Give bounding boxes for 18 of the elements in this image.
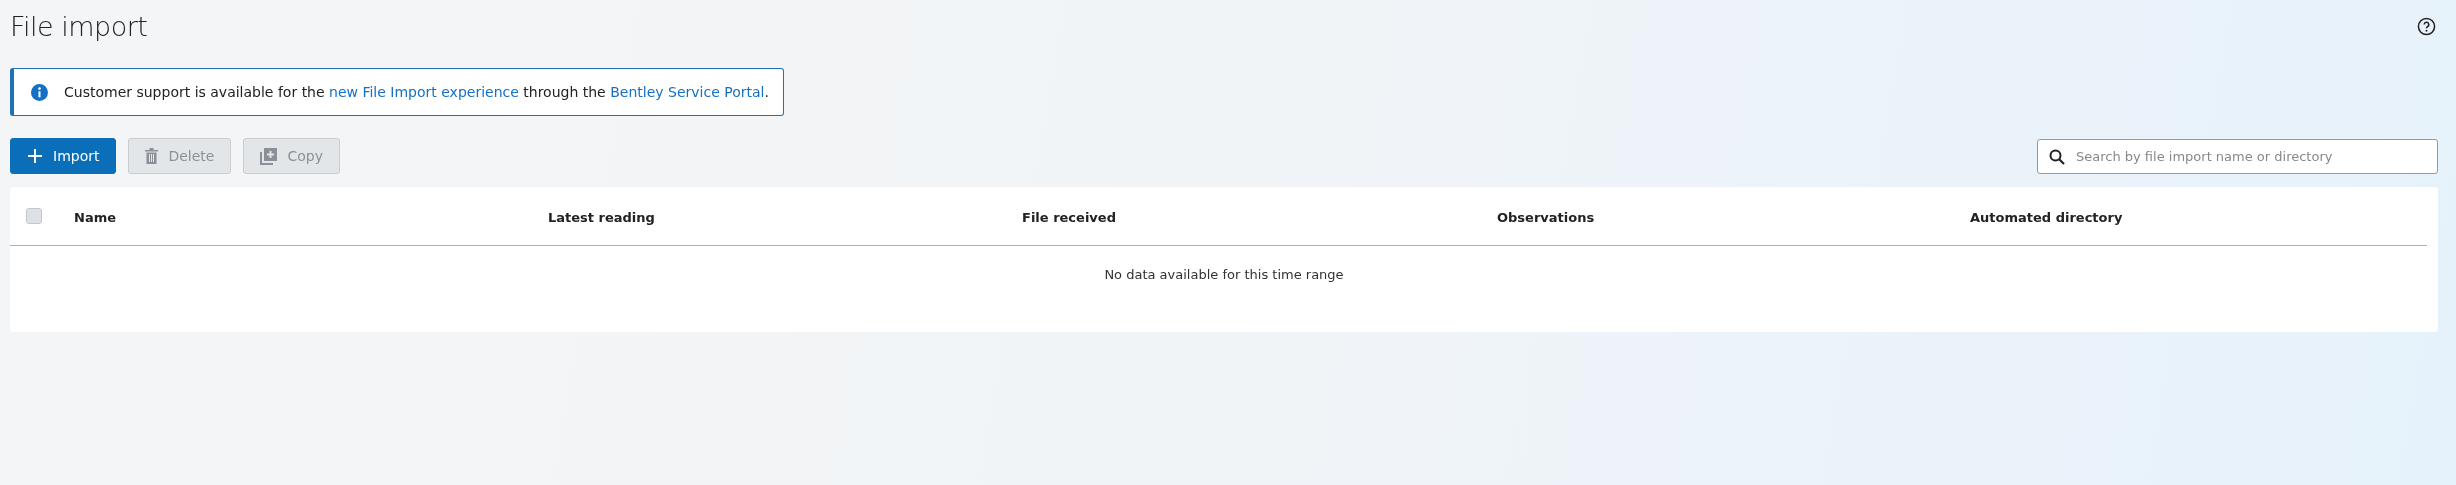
banner-message: Customer support is available for the new File Import experience through the Bentley Service Portal. [64, 84, 769, 100]
empty-message: No data available for this time range [1104, 267, 1344, 282]
column-header: Automated directory [1970, 209, 2123, 225]
import-button[interactable]: Import [10, 138, 117, 174]
plus-icon [27, 148, 43, 164]
search-field[interactable]: Search by file import name or directory [2037, 138, 2438, 174]
column-header: Observations [1497, 209, 1595, 225]
copy-icon [260, 147, 278, 165]
page-title: File import [10, 10, 148, 42]
select-all-checkbox[interactable] [26, 208, 42, 224]
column-header: File received [1022, 209, 1116, 225]
column-header: Name [74, 209, 116, 225]
column-header: Latest reading [548, 209, 655, 225]
portal-link[interactable]: Bentley Service Portal [610, 84, 765, 100]
help-icon[interactable] [2417, 16, 2436, 36]
portal-link[interactable]: new File Import experience [329, 84, 519, 100]
info-icon [31, 83, 48, 101]
trash-icon [145, 148, 159, 164]
